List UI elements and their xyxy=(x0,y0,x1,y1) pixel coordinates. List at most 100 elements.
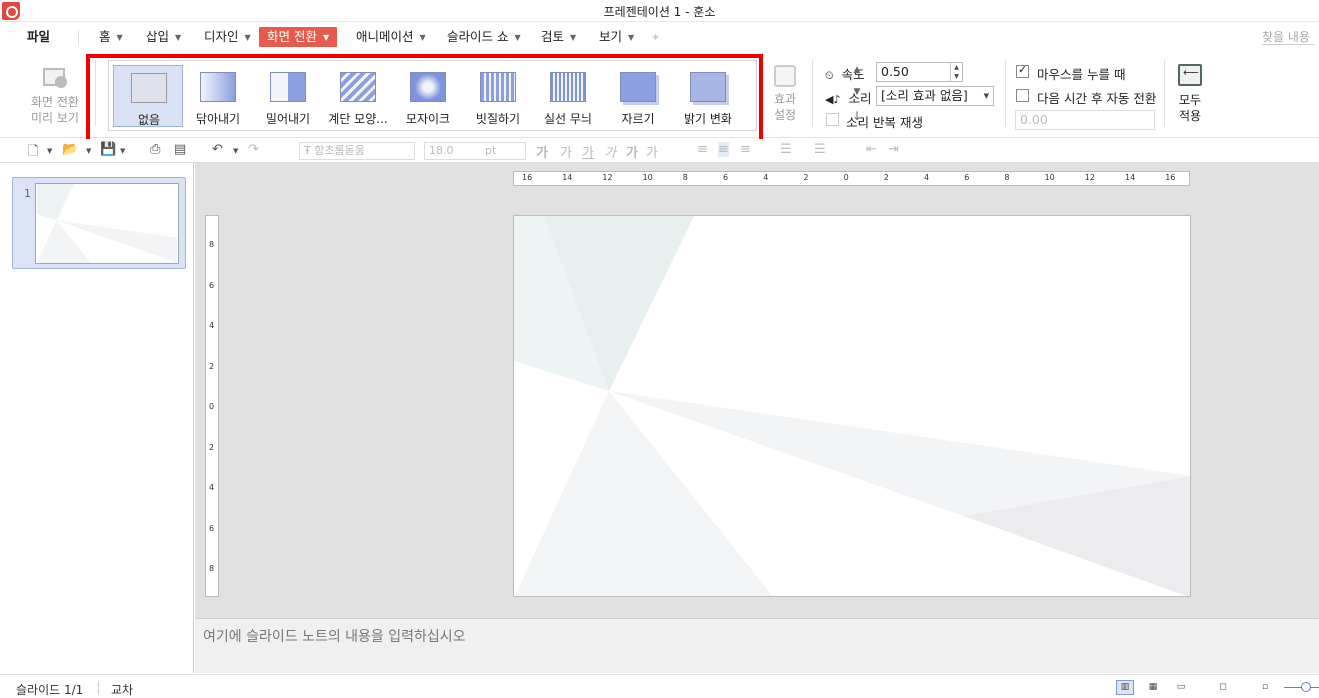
chevron-down-icon: ▼ xyxy=(419,33,426,42)
ruler-tick-label: 14 xyxy=(562,173,573,182)
vertical-ruler[interactable]: 8 6 4 2 0 2 4 6 8 xyxy=(205,215,219,597)
zoom-out-icon[interactable]: ▫ xyxy=(1256,680,1274,695)
italic-font-icon[interactable]: 가 xyxy=(604,142,616,161)
repeat-sound-checkbox[interactable] xyxy=(826,113,839,126)
effect-settings-button[interactable]: 효과 설정 xyxy=(765,65,805,123)
font-unit-value: pt xyxy=(485,144,497,157)
on-click-checkbox[interactable] xyxy=(1016,63,1029,78)
undo-icon[interactable]: ↶ xyxy=(212,142,223,157)
shrink-font-icon[interactable]: 가 xyxy=(560,142,572,161)
normal-view-icon[interactable]: ▥ xyxy=(1116,680,1134,695)
search-input[interactable]: 찾을 내용 xyxy=(1262,28,1310,45)
speed-spinner[interactable]: ▲ ▼ xyxy=(950,63,962,81)
align-left-icon[interactable]: ≡ xyxy=(697,142,708,157)
menu-file[interactable]: 파일 xyxy=(27,27,50,47)
chevron-down-icon: ▼ xyxy=(175,33,182,42)
horizontal-ruler[interactable]: 16 14 12 10 8 6 4 2 0 2 4 6 8 10 12 14 16 xyxy=(513,171,1190,186)
font-size-input[interactable]: 18.0 pt xyxy=(424,142,526,160)
chevron-down-icon: ▼ xyxy=(116,33,123,42)
ruler-tick-label: 2 xyxy=(883,173,889,182)
ribbon-divider xyxy=(1164,60,1165,126)
fit-window-icon[interactable]: ◻ xyxy=(1214,680,1232,695)
preview-transition-button[interactable]: 화면 전환 미리 보기 xyxy=(26,64,84,126)
chevron-down-icon: ▼ xyxy=(628,33,635,42)
menu-review[interactable]: 검토 ▼ xyxy=(541,27,576,47)
chevron-down-icon[interactable]: ▼ xyxy=(47,147,52,155)
sound-select[interactable]: [소리 효과 없음] ▼ xyxy=(876,86,994,106)
effect-label-line2: 설정 xyxy=(773,108,797,122)
app-window: 프레젠테이션 1 - 훈소 파일 홈 ▼ 삽입 ▼ 디자인 ▼ 화면 전환 ▼ 애니메이… xyxy=(0,0,1319,698)
ruler-tick-label: 2 xyxy=(209,361,215,371)
apply-all-icon xyxy=(1178,64,1202,86)
chevron-down-icon[interactable]: ▼ xyxy=(233,147,238,155)
save-icon[interactable]: 💾 xyxy=(100,142,116,157)
preview-label-line2: 미리 보기 xyxy=(31,111,79,125)
new-file-icon[interactable]: 🗋 xyxy=(28,142,38,164)
font-color-icon[interactable]: 가 xyxy=(646,142,658,161)
auto-advance-checkbox[interactable] xyxy=(1016,89,1029,102)
print-icon[interactable]: ⎙ xyxy=(150,142,160,157)
menu-animation-label: 애니메이션 xyxy=(356,29,414,44)
align-center-icon[interactable]: ≡ xyxy=(718,142,729,157)
highlight-box xyxy=(86,54,763,143)
slide-thumbnail[interactable] xyxy=(35,183,179,264)
ruler-tick-label: 8 xyxy=(209,564,215,573)
auto-advance-time-input[interactable]: 0.00 xyxy=(1015,110,1155,130)
menu-insert-label: 삽입 xyxy=(146,29,170,44)
sound-select-value: [소리 효과 없음] xyxy=(881,88,968,103)
sound-row: ◀♪ 소리 xyxy=(825,88,871,107)
ruler-tick-label: 8 xyxy=(682,173,688,182)
font-icon: Ŧ xyxy=(304,144,311,157)
menu-transition[interactable]: 화면 전환 ▼ xyxy=(259,27,338,47)
slideshow-view-icon[interactable]: ▭ xyxy=(1172,680,1190,695)
chevron-down-icon[interactable]: ▼ xyxy=(86,147,91,155)
ruler-tick-label: 16 xyxy=(522,173,533,182)
bold-font-icon[interactable]: 가 xyxy=(626,142,638,161)
zoom-slider-thumb[interactable] xyxy=(1301,682,1311,692)
ruler-tick-label: 0 xyxy=(209,402,215,411)
ruler-tick-label: 4 xyxy=(209,321,215,330)
status-bar: 슬라이드 1/1 교차 ▥ ▦ ▭ ◻ ▫ xyxy=(0,674,1319,698)
speaker-icon: ◀♪ xyxy=(825,93,841,106)
auto-advance-label: 다음 시간 후 자동 전환 xyxy=(1037,91,1157,106)
menu-view-label: 보기 xyxy=(599,29,623,44)
ruler-tick-label: 10 xyxy=(1044,173,1055,182)
bullet-list-icon[interactable]: ☰ xyxy=(814,142,826,157)
title-bar: 프레젠테이션 1 - 훈소 xyxy=(0,0,1319,22)
align-right-icon[interactable]: ≡ xyxy=(740,142,751,157)
document-title: 프레젠테이션 1 - 훈소 xyxy=(603,5,716,19)
menu-design-label: 디자인 xyxy=(204,29,239,44)
effect-settings-icon xyxy=(774,65,796,87)
underline-font-icon[interactable]: 가 xyxy=(582,142,594,161)
menu-slideshow[interactable]: 슬라이드 쇼 ▼ xyxy=(447,27,521,47)
slide-canvas[interactable] xyxy=(513,215,1191,597)
font-size-value: 18.0 xyxy=(429,144,454,157)
ruler-tick-label: 8 xyxy=(209,240,215,249)
menu-home-label: 홈 xyxy=(99,29,111,44)
quick-toolbar: 🗋 ▼ 📂 ▼ 💾 ▼ ⎙ ▤ ↶ ▼ ↷ Ŧ 함초롬돋움 18.0 pt 가 … xyxy=(0,139,1319,163)
decrease-indent-icon[interactable]: ⇤ xyxy=(866,142,877,157)
menu-home[interactable]: 홈 ▼ xyxy=(99,27,123,47)
menu-insert[interactable]: 삽입 ▼ xyxy=(146,27,181,47)
effect-label-line1: 효과 xyxy=(773,92,797,106)
ruler-tick-label: 14 xyxy=(1125,173,1136,182)
ruler-tick-label: 16 xyxy=(1165,173,1176,182)
gallery-scroll-up-icon[interactable]: ▲ xyxy=(850,65,864,75)
gallery-expand-icon[interactable]: ↓ xyxy=(850,109,864,123)
gallery-scroll-down-icon[interactable]: ▼ xyxy=(850,87,864,97)
grow-font-icon[interactable]: 가 xyxy=(536,142,548,161)
apply-all-label-line2: 적용 xyxy=(1178,109,1202,123)
menu-animation[interactable]: 애니메이션 ▼ xyxy=(356,27,426,47)
open-folder-icon[interactable]: 📂 xyxy=(62,142,78,157)
slide-sorter-view-icon[interactable]: ▦ xyxy=(1144,680,1162,695)
redo-icon[interactable]: ↷ xyxy=(248,142,259,157)
print-preview-icon[interactable]: ▤ xyxy=(174,142,186,157)
menu-design[interactable]: 디자인 ▼ xyxy=(204,27,251,47)
numbered-list-icon[interactable]: ☰ xyxy=(780,142,792,157)
menu-view[interactable]: 보기 ▼ xyxy=(599,27,634,47)
share-icon[interactable]: ✦ xyxy=(651,31,665,44)
increase-indent-icon[interactable]: ⇥ xyxy=(888,142,899,157)
chevron-down-icon[interactable]: ▼ xyxy=(120,147,125,155)
font-name-select[interactable]: Ŧ 함초롬돋움 xyxy=(299,142,415,160)
apply-all-button[interactable]: 모두 적용 xyxy=(1172,64,1208,124)
